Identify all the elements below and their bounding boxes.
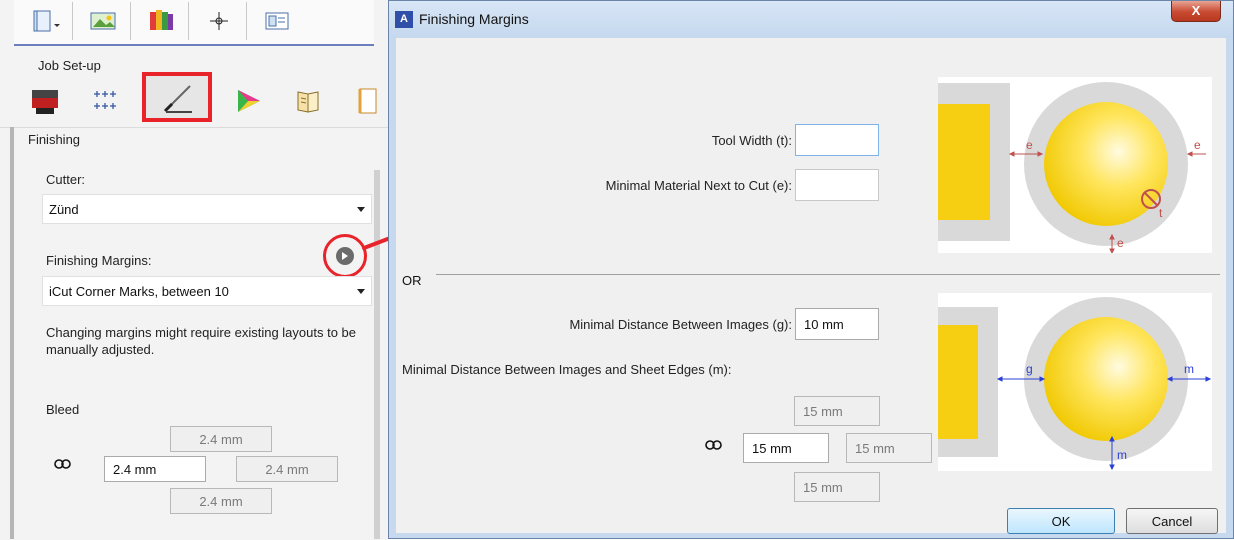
diagram1-e-left: e [1026, 138, 1033, 152]
finishing-margins-select[interactable]: iCut Corner Marks, between 10 [42, 276, 372, 306]
close-icon: X [1191, 3, 1201, 18]
cancel-button[interactable]: Cancel [1126, 508, 1218, 534]
open-margins-dialog-button[interactable] [336, 247, 354, 265]
distance-illustration: g m m [938, 297, 1212, 471]
bleed-bottom-field[interactable]: 2.4 mm [170, 488, 272, 514]
setup-tabs [12, 72, 388, 124]
page-icon[interactable] [18, 2, 73, 40]
finishing-margins-dialog: A Finishing Margins X Tool Width (t): Mi… [388, 0, 1234, 539]
cut-margin-illustration: e e e t [938, 82, 1206, 273]
color-wedge-icon[interactable] [234, 86, 264, 119]
edge-left-field[interactable]: 15 mm [743, 433, 829, 463]
arrow-right-icon [342, 252, 348, 260]
diagram1-e-right: e [1194, 138, 1201, 152]
finishing-tab[interactable] [142, 72, 212, 122]
distance-diagram: g m m [938, 293, 1212, 471]
min-distance-images-input[interactable]: 10 mm [795, 308, 879, 340]
tool-width-input[interactable] [795, 124, 879, 156]
cutter-value: Zünd [49, 202, 79, 217]
ok-button[interactable]: OK [1007, 508, 1115, 534]
edge-bottom-field[interactable]: 15 mm [794, 472, 880, 502]
chevron-down-icon [357, 289, 365, 294]
main-toolbar [14, 0, 374, 46]
bleed-left-field[interactable]: 2.4 mm [104, 456, 206, 482]
or-divider [436, 274, 1220, 275]
bleed-right-field[interactable]: 2.4 mm [236, 456, 338, 482]
link-icon[interactable] [54, 458, 72, 473]
image-icon[interactable] [76, 2, 131, 40]
crop-marks-icon[interactable] [90, 86, 120, 119]
or-label: OR [402, 273, 422, 288]
finishing-heading: Finishing [28, 132, 81, 147]
min-material-input[interactable] [795, 169, 879, 201]
min-distance-edges-label: Minimal Distance Between Images and Shee… [402, 362, 732, 377]
diagram1-e-bottom: e [1117, 236, 1124, 250]
diagram2-g: g [1026, 362, 1033, 376]
diagram2-m-bottom: m [1117, 448, 1127, 462]
finishing-margins-label: Finishing Margins: [46, 253, 152, 268]
close-button[interactable]: X [1171, 1, 1221, 22]
color-swatches-icon[interactable] [134, 2, 189, 40]
document-icon[interactable] [354, 86, 384, 119]
layout-icon[interactable] [250, 2, 304, 40]
edge-top-field[interactable]: 15 mm [794, 396, 880, 426]
cut-margin-diagram: e e e t [938, 77, 1212, 273]
bleed-top-field[interactable]: 2.4 mm [170, 426, 272, 452]
dialog-title: Finishing Margins [419, 11, 529, 27]
section-label: Job Set-up [38, 58, 101, 73]
link-icon[interactable] [705, 439, 723, 454]
crosshair-icon[interactable] [192, 2, 247, 40]
printer-icon[interactable] [30, 86, 60, 119]
job-setup-panel: Job Set-up Finishing Cutter: Zünd Finish… [0, 0, 408, 540]
min-material-label: Minimal Material Next to Cut (e): [605, 178, 792, 193]
cutter-select[interactable]: Zünd [42, 194, 372, 224]
margins-note: Changing margins might require existing … [46, 325, 357, 357]
bleed-label: Bleed [46, 402, 80, 417]
booklet-icon[interactable] [294, 86, 324, 119]
cutter-label: Cutter: [46, 172, 86, 187]
min-distance-images-label: Minimal Distance Between Images (g): [569, 317, 792, 332]
finishing-knife-icon [162, 82, 196, 117]
dialog-titlebar[interactable]: A Finishing Margins X [389, 1, 1233, 38]
dialog-content: Tool Width (t): Minimal Material Next to… [396, 38, 1226, 534]
app-icon-letter: A [400, 13, 408, 25]
chevron-down-icon [357, 207, 365, 212]
finishing-margins-value: iCut Corner Marks, between 10 [49, 284, 229, 299]
left-scroll-edge [10, 127, 14, 539]
app-icon: A [395, 11, 413, 28]
diagram2-m-right: m [1184, 362, 1194, 376]
tool-width-label: Tool Width (t): [711, 133, 792, 148]
edge-right-field[interactable]: 15 mm [846, 433, 932, 463]
